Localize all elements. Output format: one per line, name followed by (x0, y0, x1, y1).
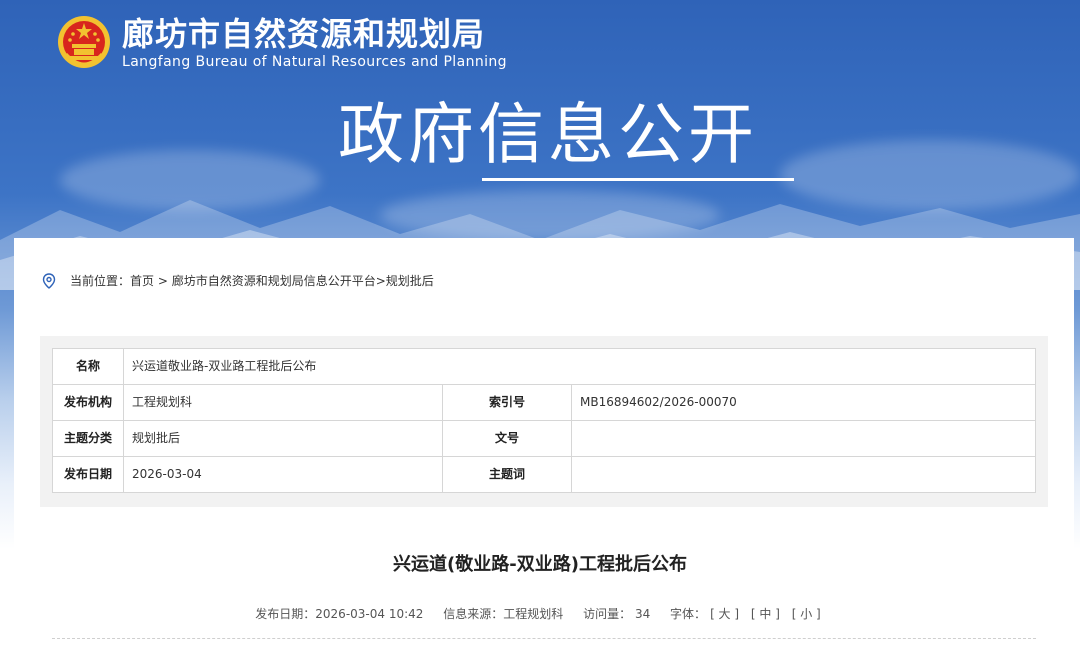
article-title: 兴运道(敬业路-双业路)工程批后公布 (393, 554, 687, 575)
article-meta: 发布日期：2026-03-04 10:42 信息来源：工程规划科 访问量： 34… (0, 605, 1080, 623)
publish-date: 发布日期：2026-03-04 10:42 (255, 607, 424, 621)
index-value: MB16894602/2026-00070 (571, 384, 1036, 421)
font-size-switcher: 字体：[ 大 ] [ 中 ] [ 小 ] (670, 607, 825, 621)
font-medium-button[interactable]: [ 中 ] (751, 607, 780, 621)
breadcrumb: 当前位置： 首页 > 廊坊市自然资源和规划局信息公开平台 > 规划批后 (42, 272, 434, 290)
name-label: 名称 (52, 348, 124, 385)
site-name-cn[interactable]: 廊坊市自然资源和规划局 (122, 14, 485, 54)
visit-count: 访问量： 34 (583, 607, 650, 621)
date-value: 2026-03-04 (123, 456, 443, 493)
org-label: 发布机构 (52, 384, 124, 421)
index-label: 索引号 (442, 384, 572, 421)
visits-label: 访问量： (583, 607, 632, 621)
location-pin-icon (42, 273, 56, 289)
national-emblem-icon (58, 16, 110, 68)
hero-title: 政府信息公开 (338, 96, 758, 173)
hero-underline (482, 178, 794, 181)
keyword-label: 主题词 (442, 456, 572, 493)
docno-value (571, 420, 1036, 457)
site-name-en: Langfang Bureau of Natural Resources and… (122, 54, 507, 70)
topic-label: 主题分类 (52, 420, 124, 457)
table-row: 发布机构 工程规划科 索引号 MB16894602/2026-00070 (52, 384, 1036, 421)
meta-table: 名称 兴运道敬业路-双业路工程批后公布 发布机构 工程规划科 索引号 MB168… (52, 348, 1036, 493)
font-small-button[interactable]: [ 小 ] (792, 607, 821, 621)
breadcrumb-current[interactable]: 规划批后 (386, 272, 434, 290)
breadcrumb-platform[interactable]: 廊坊市自然资源和规划局信息公开平台 (172, 272, 376, 290)
info-source: 信息来源：工程规划科 (443, 607, 564, 621)
date-label: 发布日期 (52, 456, 124, 493)
breadcrumb-separator: > (154, 274, 172, 288)
keyword-value (571, 456, 1036, 493)
breadcrumb-prefix: 当前位置： (70, 274, 131, 288)
visits-value: 34 (634, 607, 651, 621)
breadcrumb-separator: > (375, 274, 386, 288)
table-row: 名称 兴运道敬业路-双业路工程批后公布 (52, 348, 1036, 385)
org-value: 工程规划科 (123, 384, 443, 421)
font-large-button[interactable]: [ 大 ] (710, 607, 739, 621)
docno-label: 文号 (442, 420, 572, 457)
table-row: 主题分类 规划批后 文号 (52, 420, 1036, 457)
table-row: 发布日期 2026-03-04 主题词 (52, 456, 1036, 493)
name-value: 兴运道敬业路-双业路工程批后公布 (123, 348, 1036, 385)
topic-value: 规划批后 (123, 420, 443, 457)
font-size-label: 字体： (670, 607, 707, 621)
breadcrumb-home[interactable]: 首页 (130, 272, 154, 290)
content-divider (52, 638, 1036, 639)
